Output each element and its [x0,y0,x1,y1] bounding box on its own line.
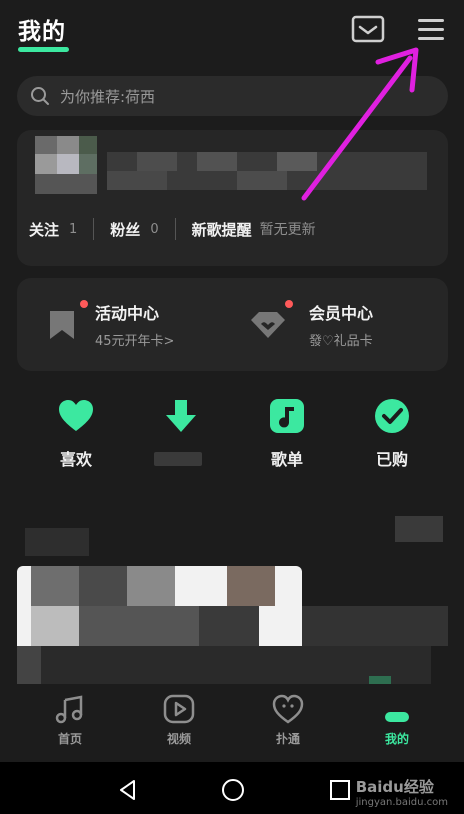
vip-badge-dot [285,300,293,308]
search-icon [31,87,49,105]
username-mosaic-block [197,152,237,171]
new-songs-label[interactable]: 新歌提醒 [192,219,252,240]
vip-center[interactable]: 会员中心 發♡礼品卡 [249,278,373,371]
bookmark-icon [50,310,74,339]
blurred-label [154,452,202,466]
vip-texts: 会员中心 發♡礼品卡 [309,300,373,349]
content-mosaic-block [395,516,443,542]
avatar-mosaic-block [79,154,97,174]
centers-card: 活动中心 45元开年卡> 会员中心 發♡礼品卡 [17,278,448,371]
tab-label: 扑通 [275,732,300,746]
activity-texts: 活动中心 45元开年卡> [95,300,174,349]
username-mosaic-block [137,152,177,171]
recents-icon[interactable] [328,778,352,802]
profile-stats: 关注 1 粉丝 0 新歌提醒 暂无更新 [29,218,316,240]
avatar-mosaic-block [57,136,79,154]
activity-subtitle: 45元开年卡> [95,334,175,349]
heart-face-icon [272,694,304,724]
bottom-tab-bar: 首页 视频 扑通 我的 [0,688,464,762]
activity-center[interactable]: 活动中心 45元开年卡> [47,278,174,371]
activity-title: 活动中心 [95,304,160,323]
content-mosaic-block [227,566,275,606]
avatar-mosaic-block [35,154,57,174]
tab-putong[interactable]: 扑通 [248,694,328,747]
blurred-content-area[interactable] [17,516,448,684]
username-mosaic-block [237,171,287,190]
system-nav-bar: Baidu经验 jingyan.baidu.com [0,762,464,814]
vip-title: 会员中心 [309,304,374,323]
annotation-arrow [301,47,419,201]
avatar-mosaic-block [35,136,57,154]
new-songs-status: 暂无更新 [259,222,316,238]
content-mosaic-block [199,606,259,646]
content-mosaic-block [17,646,41,684]
fans-count: 0 [150,221,159,237]
follow-label[interactable]: 关注 [29,219,59,240]
follow-count: 1 [69,221,78,237]
profile-icon [385,712,409,722]
title-underline [18,47,69,52]
tab-mine[interactable]: 我的 [357,694,437,747]
fans-label[interactable]: 粉丝 [110,219,140,240]
back-icon[interactable] [116,778,140,802]
content-mosaic-block [25,528,89,556]
music-note-icon [55,695,83,724]
content-mosaic-block [31,606,79,646]
content-mosaic-block [369,676,391,684]
quick-action-download[interactable] [141,398,221,450]
download-icon [166,400,196,432]
content-mosaic-block [302,606,448,646]
stats-divider [174,218,176,240]
content-mosaic-block [79,606,199,646]
quick-action-label: 歌单 [270,450,303,469]
tab-label-active: 我的 [384,732,409,746]
vip-subtitle: 發♡礼品卡 [309,334,373,349]
quick-action-purchased[interactable]: 已购 [352,398,432,470]
avatar-mosaic-block [57,154,79,174]
music-note-icon [270,399,304,433]
page-title: 我的 [18,19,66,45]
avatar-mosaic-block [79,136,97,154]
watermark-url: jingyan.baidu.com [355,797,448,808]
content-mosaic-block [31,566,79,606]
content-mosaic-block [127,566,175,606]
heart-icon [59,400,93,431]
activity-badge-dot [80,300,88,308]
watermark-text: Baidu经验 [355,778,434,796]
tab-label: 视频 [166,732,191,746]
vip-diamond-icon [251,311,285,338]
avatar-mosaic-block [35,174,97,194]
tab-home[interactable]: 首页 [30,694,110,747]
username-mosaic-block [107,171,167,190]
video-icon [163,694,195,724]
watermark: Baidu经验 jingyan.baidu.com [356,776,448,808]
home-icon[interactable] [221,778,245,802]
quick-action-label: 已购 [375,450,408,469]
tab-video[interactable]: 视频 [139,694,219,747]
search-placeholder: 为你推荐:荷西 [60,87,156,106]
stats-divider [93,218,95,240]
check-icon [375,399,409,433]
tab-label: 首页 [57,732,82,746]
quick-action-likes[interactable]: 喜欢 [36,398,116,470]
quick-action-label: 喜欢 [59,450,92,469]
content-mosaic-block [79,566,127,606]
quick-action-playlists[interactable]: 歌单 [247,398,327,470]
